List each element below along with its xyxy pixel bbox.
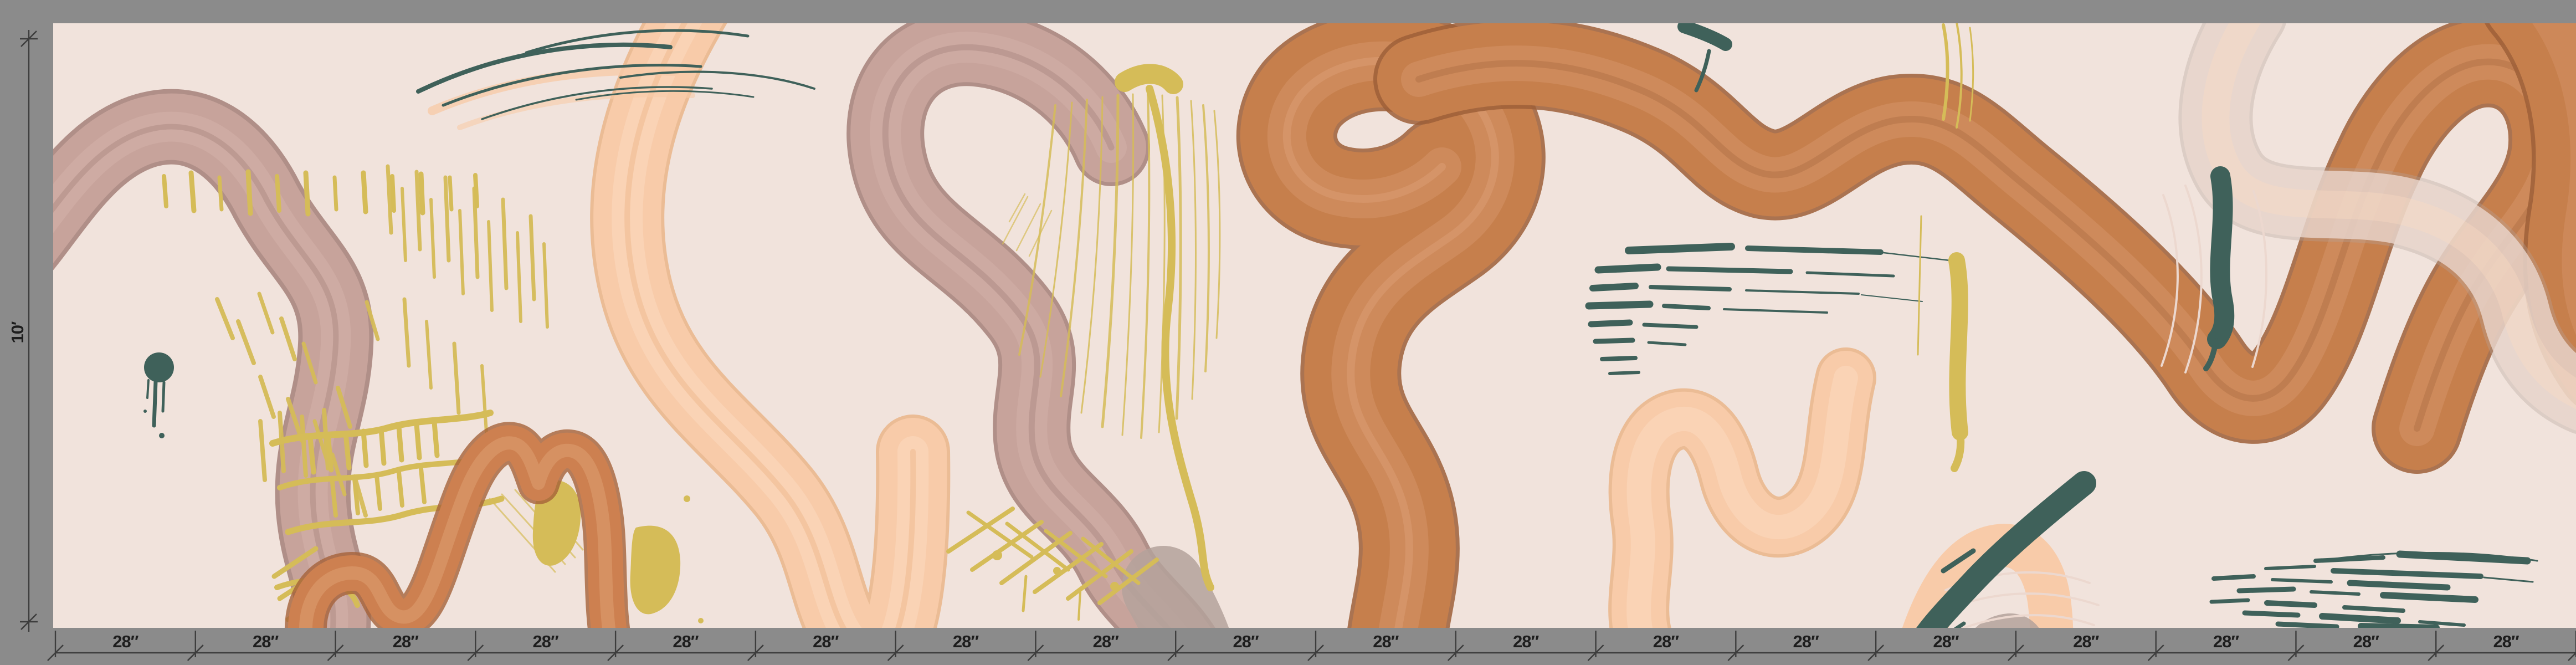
- left-ruler: 10′: [8, 30, 38, 632]
- panel-width-label: 28″: [813, 632, 839, 651]
- panel-width-label: 28″: [1233, 632, 1259, 651]
- panel-width-label: 28″: [1093, 632, 1119, 651]
- brush-mark: [1954, 625, 2041, 665]
- brush-mark: [363, 431, 366, 466]
- brush-mark: [277, 176, 279, 211]
- brush-mark: [2311, 592, 2359, 594]
- panel-width-label: 28″: [2213, 632, 2239, 651]
- brush-mark: [1651, 287, 1730, 289]
- panel-width-label: 28″: [673, 632, 699, 651]
- panel-width-label: 28″: [253, 632, 279, 651]
- brush-mark: [1664, 306, 1708, 308]
- brush-mark: [306, 173, 308, 214]
- brush-mark: [1053, 567, 1061, 575]
- brush-mark: [2267, 603, 2315, 605]
- panel-width-label: 28″: [1793, 632, 1819, 651]
- brush-mark: [2214, 576, 2254, 579]
- panel-width-label: 28″: [2353, 632, 2379, 651]
- brush-mark: [1669, 269, 1790, 272]
- brush-mark: [1610, 372, 1639, 374]
- brush-mark: [1595, 340, 1633, 341]
- brush-mark: [2322, 616, 2398, 621]
- brush-mark: [219, 177, 222, 209]
- brush-mark: [163, 382, 164, 411]
- brush-mark: [1602, 358, 1635, 359]
- brush-mark: [2239, 589, 2293, 591]
- panel-width-label: 28″: [533, 632, 559, 651]
- brush-mark: [159, 433, 165, 438]
- brush-mark: [434, 422, 437, 456]
- panel-width-label: 28″: [393, 632, 419, 651]
- brush-mark: [2211, 600, 2248, 602]
- brush-mark: [381, 429, 384, 463]
- brush-mark: [2278, 624, 2337, 627]
- brush-mark: [1589, 304, 1650, 306]
- brush-mark: [698, 618, 704, 623]
- brush-mark: [164, 176, 166, 206]
- brush-mark: [147, 380, 148, 398]
- brush-mark: [1591, 323, 1630, 324]
- brush-mark: [417, 424, 419, 458]
- brush-mark: [399, 427, 402, 460]
- panel-width-label: 28″: [1373, 632, 1399, 651]
- panel-width-label: 28″: [1933, 632, 1959, 651]
- panel-width-label: 28″: [2493, 632, 2519, 651]
- brush-mark: [335, 177, 336, 209]
- brush-mark: [992, 550, 1002, 560]
- brush-mark: [154, 381, 156, 426]
- brush-mark: [2266, 566, 2315, 569]
- panel-width-label: 28″: [953, 632, 979, 651]
- brush-mark: [310, 438, 314, 472]
- brush-mark: [1988, 640, 1995, 646]
- brush-mark: [1110, 582, 1119, 591]
- brush-mark: [191, 173, 194, 211]
- panel-width-label: 28″: [112, 632, 138, 651]
- brush-mark: [144, 352, 174, 382]
- panel-width-label: 28″: [2073, 632, 2099, 651]
- brush-mark: [1957, 260, 1960, 432]
- brush-mark: [2361, 626, 2436, 628]
- brush-mark: [450, 177, 451, 209]
- brush-mark: [1593, 286, 1635, 288]
- panel-width-label: 28″: [1513, 632, 1539, 651]
- bottom-ruler: 28″ 28″ 28″ 28″ 28″ 28″ 28″ 28″ 28″ 28″ 28″ 28″ 28″ 2…: [48, 631, 2576, 661]
- brush-mark: [346, 433, 349, 468]
- panel-width-label: 28″: [1653, 632, 1679, 651]
- brush-mark: [328, 436, 331, 470]
- brush-mark: [1748, 248, 1881, 252]
- brush-mark: [2272, 580, 2331, 582]
- brush-mark: [1629, 247, 1731, 250]
- brush-mark: [143, 410, 147, 413]
- brush-mark: [2383, 595, 2475, 600]
- brush-mark: [1598, 267, 1658, 270]
- brush-mark: [421, 174, 423, 213]
- brush-mark: [363, 173, 366, 212]
- wall-height-label: 10′: [8, 321, 27, 343]
- brush-mark: [248, 172, 250, 213]
- mural-preview: 10′ 28″28″28″28″28″28″28″28″28″28″28″28″…: [0, 0, 2576, 665]
- brush-mark: [1125, 74, 1173, 84]
- brush-mark: [392, 176, 394, 211]
- brush-mark: [2245, 613, 2298, 615]
- mural-preview-window: 10′ 28″28″28″28″28″28″28″28″28″28″28″28″…: [0, 0, 2576, 665]
- brush-mark: [2217, 176, 2224, 339]
- brush-mark: [684, 495, 690, 502]
- brush-mark: [1644, 325, 1696, 327]
